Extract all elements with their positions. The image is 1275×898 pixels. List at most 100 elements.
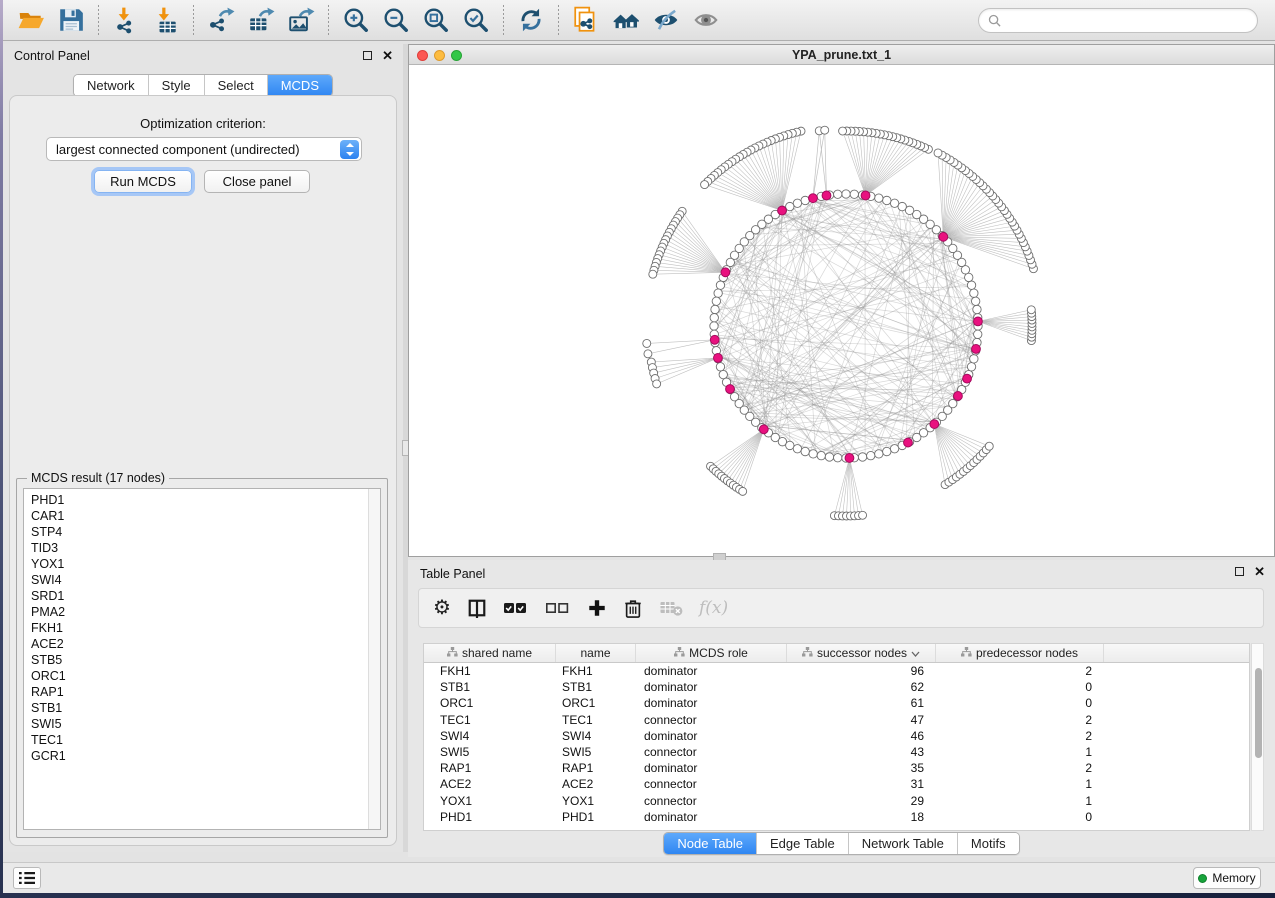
mcds-result-item[interactable]: SWI5 xyxy=(31,716,380,732)
table-row[interactable]: ORC1ORC1dominator610 xyxy=(424,695,1249,711)
cell: YOX1 xyxy=(424,793,556,809)
network-canvas[interactable] xyxy=(409,65,1274,556)
table-tab-network-table[interactable]: Network Table xyxy=(849,833,958,854)
table-row[interactable]: FKH1FKH1dominator962 xyxy=(424,663,1249,679)
list-icon xyxy=(17,870,37,886)
cell: ORC1 xyxy=(556,695,636,711)
mcds-result-item[interactable]: TEC1 xyxy=(31,732,380,748)
column-header-shared-name[interactable]: shared name xyxy=(424,644,556,662)
delete-column-icon[interactable] xyxy=(623,598,643,618)
float-table-panel-icon[interactable] xyxy=(1235,567,1244,576)
export-network-button[interactable] xyxy=(201,3,241,37)
mcds-result-item[interactable]: TID3 xyxy=(31,540,380,556)
result-scrollbar[interactable] xyxy=(368,489,380,829)
refresh-button[interactable] xyxy=(511,3,551,37)
close-table-panel-icon[interactable]: ✕ xyxy=(1254,566,1265,577)
zoom-fit-button[interactable] xyxy=(416,3,456,37)
table-scrollbar[interactable] xyxy=(1251,643,1264,831)
table-row[interactable]: PHD1PHD1dominator180 xyxy=(424,809,1249,825)
tab-select[interactable]: Select xyxy=(205,75,268,96)
network-window-titlebar[interactable]: YPA_prune.txt_1 xyxy=(409,45,1274,65)
table-row[interactable]: STB1STB1dominator620 xyxy=(424,679,1249,695)
task-history-button[interactable] xyxy=(13,867,41,889)
column-settings-icon[interactable]: ⚙ xyxy=(433,598,451,618)
mcds-result-item[interactable]: ACE2 xyxy=(31,636,380,652)
cell: connector xyxy=(636,776,787,792)
mcds-result-item[interactable]: STB5 xyxy=(31,652,380,668)
open-button[interactable] xyxy=(11,3,51,37)
node-table[interactable]: shared namenameMCDS rolesuccessor nodesp… xyxy=(423,643,1250,831)
export-image-button[interactable] xyxy=(281,3,321,37)
table-scrollbar-thumb[interactable] xyxy=(1255,668,1262,758)
zoom-in-button[interactable] xyxy=(336,3,376,37)
mcds-result-item[interactable]: GCR1 xyxy=(31,748,380,764)
close-panel-button[interactable]: Close panel xyxy=(204,170,310,193)
cell: 2 xyxy=(936,728,1104,744)
cell: TEC1 xyxy=(424,712,556,728)
search-box[interactable] xyxy=(978,8,1258,33)
tab-network[interactable]: Network xyxy=(74,75,149,96)
toolbar-buttons xyxy=(3,3,726,37)
mcds-result-item[interactable]: STB1 xyxy=(31,700,380,716)
table-row[interactable]: YOX1YOX1connector291 xyxy=(424,793,1249,809)
mcds-result-list[interactable]: PHD1CAR1STP4TID3YOX1SWI4SRD1PMA2FKH1ACE2… xyxy=(23,488,381,830)
cell: 0 xyxy=(936,809,1104,825)
run-mcds-button[interactable]: Run MCDS xyxy=(94,170,192,193)
mcds-result-item[interactable]: CAR1 xyxy=(31,508,380,524)
table-row[interactable]: ACE2ACE2connector311 xyxy=(424,776,1249,792)
optimization-select[interactable]: largest connected component (undirected) xyxy=(46,137,362,161)
cell: SWI5 xyxy=(424,744,556,760)
export-table-button[interactable] xyxy=(241,3,281,37)
cell: connector xyxy=(636,744,787,760)
float-panel-icon[interactable] xyxy=(363,51,372,60)
mcds-result-item[interactable]: ORC1 xyxy=(31,668,380,684)
search-input[interactable] xyxy=(1007,14,1248,28)
zoom-selected-button[interactable] xyxy=(456,3,496,37)
network-file-button[interactable] xyxy=(566,3,606,37)
cell: PHD1 xyxy=(424,809,556,825)
cell: dominator xyxy=(636,679,787,695)
table-row[interactable]: SWI5SWI5connector431 xyxy=(424,744,1249,760)
column-header-predecessor-nodes[interactable]: predecessor nodes xyxy=(936,644,1104,662)
column-header-successor-nodes[interactable]: successor nodes xyxy=(787,644,936,662)
deselect-all-icon[interactable] xyxy=(545,600,571,616)
close-panel-icon[interactable]: ✕ xyxy=(382,50,393,61)
select-all-icon[interactable] xyxy=(503,600,529,616)
table-row[interactable]: TEC1TEC1connector472 xyxy=(424,712,1249,728)
cell: 29 xyxy=(787,793,936,809)
mcds-result-item[interactable]: YOX1 xyxy=(31,556,380,572)
status-bar: Memory xyxy=(3,862,1275,893)
memory-button[interactable]: Memory xyxy=(1193,867,1261,889)
mcds-result-item[interactable]: PHD1 xyxy=(31,492,380,508)
home-button[interactable] xyxy=(606,3,646,37)
table-row[interactable]: SWI4SWI4dominator462 xyxy=(424,728,1249,744)
column-header-MCDS-role[interactable]: MCDS role xyxy=(636,644,787,662)
tab-style[interactable]: Style xyxy=(149,75,205,96)
cell: dominator xyxy=(636,760,787,776)
zoom-out-button[interactable] xyxy=(376,3,416,37)
memory-status-icon xyxy=(1198,874,1207,883)
table-tab-node-table[interactable]: Node Table xyxy=(664,833,757,854)
add-column-icon[interactable] xyxy=(587,598,607,618)
cell: RAP1 xyxy=(424,760,556,776)
mcds-result-item[interactable]: RAP1 xyxy=(31,684,380,700)
table-tab-edge-table[interactable]: Edge Table xyxy=(757,833,849,854)
mcds-result-item[interactable]: PMA2 xyxy=(31,604,380,620)
mcds-result-item[interactable]: SWI4 xyxy=(31,572,380,588)
table-row[interactable]: RAP1RAP1dominator352 xyxy=(424,760,1249,776)
delete-table-icon xyxy=(659,599,683,617)
mcds-result-item[interactable]: FKH1 xyxy=(31,620,380,636)
hide-style-button[interactable] xyxy=(646,3,686,37)
mcds-result-item[interactable]: SRD1 xyxy=(31,588,380,604)
tab-mcds[interactable]: MCDS xyxy=(268,75,332,96)
cell: 2 xyxy=(936,760,1104,776)
show-columns-icon[interactable] xyxy=(467,598,487,618)
table-tab-motifs[interactable]: Motifs xyxy=(958,833,1019,854)
optimization-label: Optimization criterion: xyxy=(10,116,396,131)
import-table-button[interactable] xyxy=(146,3,186,37)
mcds-result-item[interactable]: STP4 xyxy=(31,524,380,540)
show-details-button[interactable] xyxy=(686,3,726,37)
save-button[interactable] xyxy=(51,3,91,37)
column-header-name[interactable]: name xyxy=(556,644,636,662)
import-network-button[interactable] xyxy=(106,3,146,37)
